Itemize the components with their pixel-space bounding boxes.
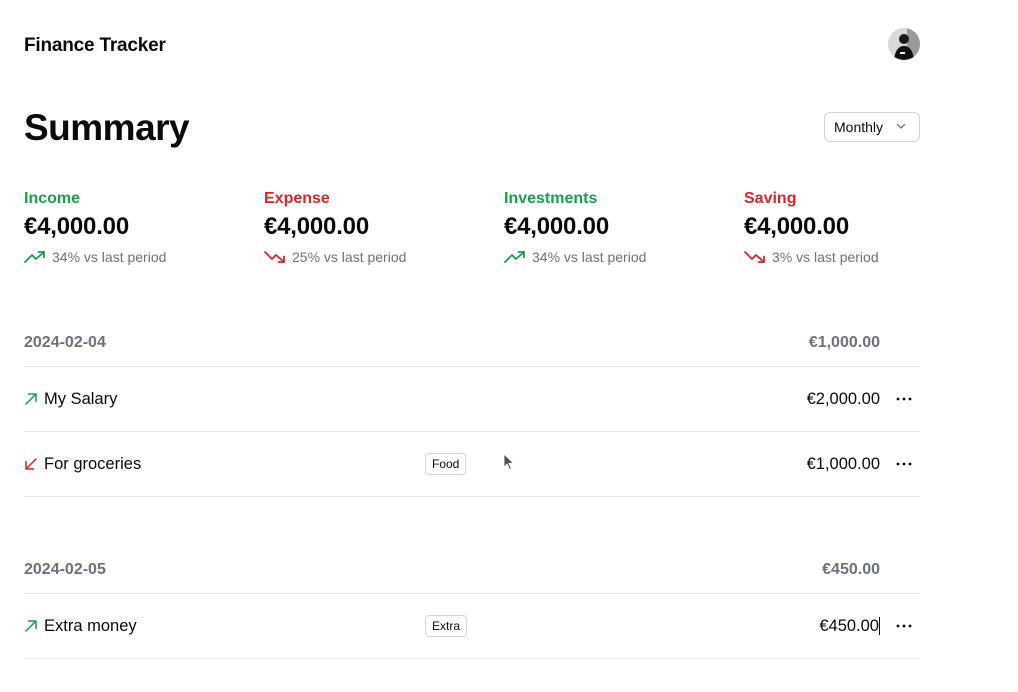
group-total: €450.00 (822, 560, 880, 578)
stat-value: €4,000.00 (24, 213, 129, 240)
arrow-down-left-icon (24, 457, 44, 471)
transaction-row[interactable]: My Salary €2,000.00 (24, 367, 920, 432)
page-title: Summary (24, 107, 190, 148)
arrow-up-right-icon (24, 619, 44, 633)
stat-change: 34% vs last period (24, 249, 264, 265)
text-caret (879, 617, 880, 636)
avatar[interactable] (888, 28, 920, 60)
stat-label: Saving (744, 190, 797, 207)
transaction-amount: €2,000.00 (806, 389, 880, 408)
stat-change: 25% vs last period (264, 249, 504, 265)
stat-value: €4,000.00 (504, 213, 609, 240)
top-bar: Finance Tracker (24, 28, 920, 64)
transaction-amount-text: €450.00 (819, 616, 879, 635)
category-tag[interactable]: Extra (425, 615, 468, 637)
stat-label: Investments (504, 190, 598, 207)
group-header: 2024-02-04 €1,000.00 (24, 319, 920, 367)
stat-change-text: 34% vs last period (52, 249, 167, 265)
transaction-row[interactable]: For groceries Food €1,000.00 (24, 432, 920, 497)
group-header: 2024-02-05 €450.00 (24, 546, 920, 594)
transaction-group: 2024-02-05 €450.00 Extra money Extra €45… (24, 546, 920, 659)
ellipsis-icon[interactable] (896, 462, 912, 466)
period-select-value: Monthly (834, 119, 884, 135)
transaction-row[interactable]: Extra money Extra €450.00 (24, 594, 920, 659)
trending-down-icon (264, 250, 286, 264)
stat-value: €4,000.00 (744, 213, 849, 240)
arrow-up-right-icon (24, 392, 44, 406)
ellipsis-icon[interactable] (896, 397, 912, 401)
stat-income: Income €4,000.00 34% vs last period (24, 188, 264, 265)
transaction-name: For groceries (44, 454, 142, 473)
stat-change-text: 25% vs last period (292, 249, 407, 265)
stat-value: €4,000.00 (264, 213, 369, 240)
app-title: Finance Tracker (24, 35, 166, 56)
transaction-name: My Salary (44, 389, 118, 408)
trending-up-icon (24, 250, 46, 264)
category-tag[interactable]: Food (425, 453, 467, 475)
summary-stats: Income €4,000.00 34% vs last period Expe… (24, 188, 984, 265)
stat-change-text: 3% vs last period (772, 249, 879, 265)
transaction-amount: €1,000.00 (806, 454, 880, 473)
stat-change-text: 34% vs last period (532, 249, 647, 265)
trending-up-icon (504, 250, 526, 264)
ellipsis-icon[interactable] (896, 624, 912, 628)
period-select[interactable]: Monthly (824, 112, 920, 142)
mouse-cursor-icon (503, 453, 515, 476)
stat-change: 34% vs last period (504, 249, 744, 265)
transaction-amount: €450.00 (819, 617, 880, 636)
stat-investments: Investments €4,000.00 34% vs last period (504, 188, 744, 265)
stat-saving: Saving €4,000.00 3% vs last period (744, 188, 984, 265)
chevron-down-icon (895, 119, 907, 135)
avatar-image (888, 28, 920, 60)
stat-change: 3% vs last period (744, 249, 984, 265)
transaction-name: Extra money (44, 616, 137, 635)
group-date: 2024-02-04 (24, 333, 106, 351)
transaction-group: 2024-02-04 €1,000.00 My Salary €2,000.00… (24, 319, 920, 497)
group-date: 2024-02-05 (24, 560, 106, 578)
stat-label: Income (24, 190, 81, 207)
stat-label: Expense (264, 190, 330, 207)
trending-down-icon (744, 250, 766, 264)
group-total: €1,000.00 (808, 333, 880, 351)
stat-expense: Expense €4,000.00 25% vs last period (264, 188, 504, 265)
summary-header: Summary Monthly (24, 104, 920, 152)
page: Finance Tracker Summary Monthly Income €… (0, 0, 1018, 692)
